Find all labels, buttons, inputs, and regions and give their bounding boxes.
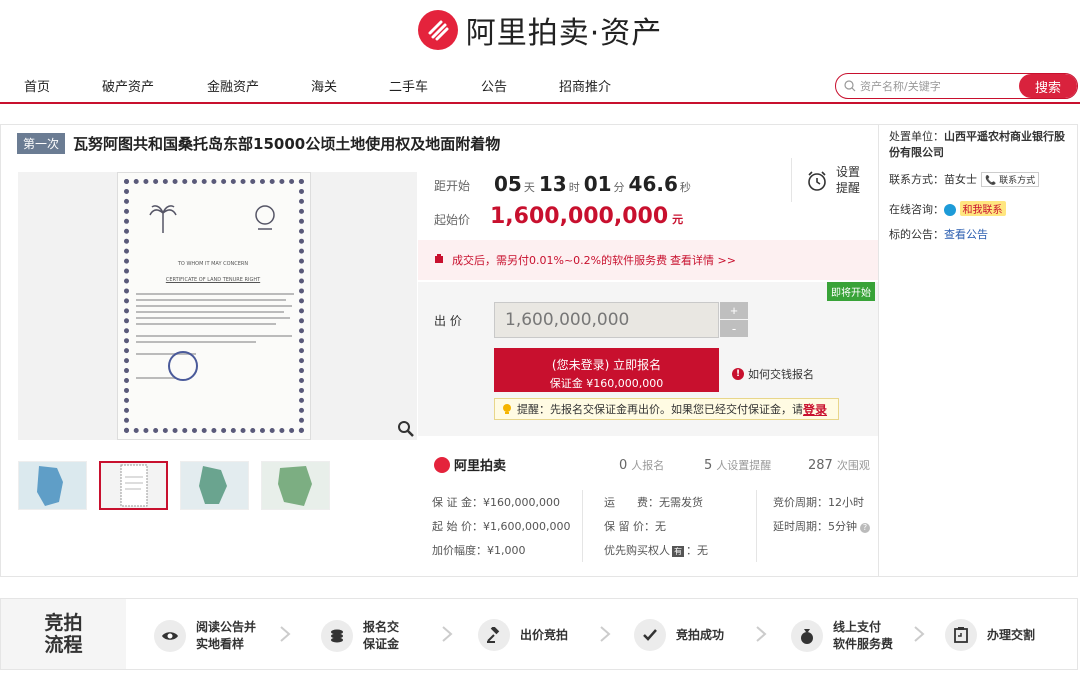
seller-unit: 处置单位：山西平遥农村商业银行股份有限公司 <box>889 130 1065 159</box>
auction-panel: 第一次 瓦努阿图共和国桑托岛东部15000公顷土地使用权及地面附着物 TO WH… <box>0 124 1078 577</box>
process-step-transfer: 办理交割 <box>945 619 1035 651</box>
detail-period: 竞价周期：12小时 <box>773 496 864 509</box>
seller-panel: 处置单位：山西平遥农村商业银行股份有限公司 联系方式：苗女士 📞 联系方式 在线咨… <box>878 125 1078 576</box>
countdown-timer: 05 天 13 时 01 分 46.6 秒 <box>494 172 691 196</box>
seller-notice: 标的公告：查看公告 <box>889 228 988 241</box>
coat-of-arms-icon <box>255 205 275 230</box>
reminder-label: 设置提醒 <box>836 165 861 195</box>
round-tag: 第一次 <box>17 133 66 154</box>
view-count: 287 次围观 <box>808 458 870 473</box>
certificate-document: TO WHOM IT MAY CONCERN CERTIFICATE OF LA… <box>117 172 311 440</box>
detail-start-price: 起 始 价：¥1,600,000,000 <box>432 520 571 533</box>
nav-item-bankruptcy[interactable]: 破产资产 <box>102 76 154 95</box>
chevron-right-icon <box>756 626 767 642</box>
stats-logo: 阿里拍卖 <box>434 455 506 474</box>
process-title: 竞拍 流程 <box>1 599 126 669</box>
auction-title: 瓦努阿图共和国桑托岛东部15000公顷土地使用权及地面附着物 <box>73 135 501 153</box>
auction-process: 竞拍 流程 阅读公告并 实地看样 报名交 保证金 出价竞拍 竞拍成功 线上支付 软件服… <box>0 598 1078 670</box>
info-icon: ! <box>732 368 744 380</box>
countdown-label: 距开始 <box>434 179 471 193</box>
process-step-deposit: 报名交 保证金 <box>321 619 399 653</box>
set-reminder-button[interactable]: 设置提醒 <box>791 158 861 202</box>
brand-logo-icon <box>434 456 450 473</box>
coins-icon <box>321 620 353 652</box>
search-input[interactable] <box>836 74 1021 98</box>
nav-item-finance[interactable]: 金融资产 <box>207 76 259 95</box>
status-badge: 即将开始 <box>827 282 875 301</box>
increment-button[interactable]: + <box>720 302 748 319</box>
search-button[interactable]: 搜索 <box>1019 74 1077 98</box>
chevron-right-icon <box>914 626 925 642</box>
zoom-icon[interactable] <box>397 420 415 438</box>
title-row: 第一次 瓦努阿图共和国桑托岛东部15000公顷土地使用权及地面附着物 <box>17 133 500 154</box>
process-step-bid: 出价竞拍 <box>478 619 568 651</box>
detail-deposit: 保 证 金：¥160,000,000 <box>432 496 560 509</box>
document-heading-1: TO WHOM IT MAY CONCERN <box>177 261 249 267</box>
nav-item-notices[interactable]: 公告 <box>481 76 507 95</box>
logo-text: 阿里拍卖·资产 <box>465 16 663 51</box>
eye-icon <box>154 620 186 652</box>
chevron-right-icon <box>442 626 453 642</box>
chat-icon <box>944 204 956 216</box>
main-image[interactable]: TO WHOM IT MAY CONCERN CERTIFICATE OF LA… <box>18 172 417 440</box>
bid-label: 出 价 <box>434 314 462 328</box>
seller-contact: 联系方式：苗女士 📞 联系方式 <box>889 171 1040 187</box>
how-to-pay-link[interactable]: ! 如何交钱报名 <box>732 366 814 382</box>
thumbnail-map-2[interactable] <box>180 461 249 510</box>
signup-count: 0 人报名 <box>619 458 665 473</box>
checkmark-icon <box>634 619 666 651</box>
bid-input[interactable] <box>494 302 719 338</box>
chevron-right-icon <box>600 626 611 642</box>
service-fee-text: 成交后，需另付0.01%~0.2%的软件服务费 <box>452 254 668 267</box>
lightbulb-icon <box>503 404 511 414</box>
fee-icon <box>435 254 443 263</box>
clipboard-icon <box>945 619 977 651</box>
service-fee-bar: 成交后，需另付0.01%~0.2%的软件服务费 查看详情 >> <box>418 240 879 280</box>
detail-increment: 加价幅度：¥1,000 <box>432 544 526 557</box>
view-notice-link[interactable]: 查看公告 <box>944 228 988 241</box>
fee-details-link[interactable]: 查看详情 >> <box>670 252 736 268</box>
stamp-seal <box>168 351 198 381</box>
process-step-payment: 线上支付 软件服务费 <box>791 619 893 653</box>
thumbnail-certificate[interactable] <box>99 461 168 510</box>
login-link[interactable]: 登录 <box>803 401 827 418</box>
login-tip: 提醒：先报名交保证金再出价。如果您已经交付保证金，请 登录 <box>494 398 839 420</box>
reminder-count: 5 人设置提醒 <box>704 458 772 473</box>
nav-item-used-car[interactable]: 二手车 <box>389 76 428 95</box>
start-price-label: 起始价 <box>434 213 471 227</box>
process-step-success: 竞拍成功 <box>634 619 724 651</box>
document-heading-2: CERTIFICATE OF LAND TENURE RIGHT <box>165 277 261 283</box>
seller-chat: 在线咨询： 和我联系 <box>889 201 1006 217</box>
signup-button[interactable]: (您未登录) 立即报名 保证金 ¥160,000,000 <box>494 348 719 392</box>
palm-tree-icon <box>149 205 177 233</box>
brand-logo-icon <box>417 10 458 50</box>
gavel-icon <box>478 619 510 651</box>
alarm-clock-icon <box>808 171 826 191</box>
search-box: 搜索 <box>835 73 1078 99</box>
thumbnail-map-3[interactable] <box>261 461 330 510</box>
process-step-read: 阅读公告并 实地看样 <box>154 619 256 653</box>
site-logo[interactable]: 阿里拍卖·资产 <box>0 6 1080 54</box>
detail-delay: 延时周期：5分钟? <box>773 518 870 534</box>
chevron-right-icon <box>280 626 291 642</box>
decrement-button[interactable]: - <box>720 320 748 337</box>
detail-shipping: 运 费：无需发货 <box>604 496 703 509</box>
thumbnail-map-1[interactable] <box>18 461 87 510</box>
money-bag-icon <box>791 620 823 652</box>
chat-button[interactable]: 和我联系 <box>959 201 1006 216</box>
nav-item-home[interactable]: 首页 <box>24 76 50 95</box>
contact-button[interactable]: 📞 联系方式 <box>981 172 1040 187</box>
detail-reserve: 保 留 价：无 <box>604 520 666 533</box>
start-price: 1,600,000,000 元 <box>490 204 684 229</box>
detail-priority: 优先购买权人有：无 <box>604 544 708 557</box>
nav-item-customs[interactable]: 海关 <box>311 76 337 95</box>
auction-details: 保 证 金：¥160,000,000 起 始 价：¥1,600,000,000 … <box>418 488 879 578</box>
main-nav: 首页 破产资产 金融资产 海关 二手车 公告 招商推介 搜索 <box>0 66 1080 104</box>
help-icon[interactable]: ? <box>860 523 870 533</box>
bid-area: 即将开始 出 价 + - (您未登录) 立即报名 保证金 ¥160,000,00… <box>418 282 879 436</box>
thumbnail-strip <box>18 461 342 510</box>
nav-item-investment[interactable]: 招商推介 <box>559 76 611 95</box>
